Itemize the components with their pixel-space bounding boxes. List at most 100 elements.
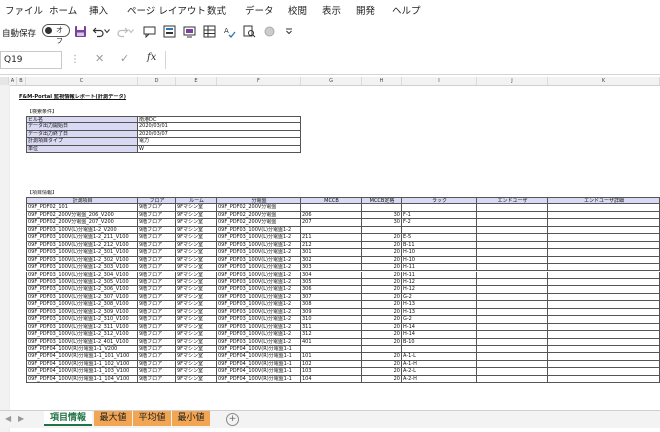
panel-cell[interactable]: 09F_PDF03_100V(L)分電盤1-2 xyxy=(217,293,301,302)
room-cell[interactable]: 9Fマシン室 xyxy=(176,353,217,361)
panel-cell[interactable]: 09F_PDF03_100V(L)分電盤1-2 xyxy=(217,316,301,324)
column-header-k[interactable]: K xyxy=(548,77,660,85)
measurement-item-cell[interactable]: 09F_PDF03_100V(L)分電盤1-2_212_V100 xyxy=(26,241,138,250)
mccb-rating-cell[interactable]: 20 xyxy=(362,249,402,257)
menu-developer[interactable]: 開発 xyxy=(356,3,375,17)
end-user-detail-cell[interactable] xyxy=(548,278,660,287)
floor-cell[interactable]: 9階フロア xyxy=(138,219,176,227)
measurement-item-cell[interactable]: 09F_PDF03_100V(L)分電盤1-2_309_V100 xyxy=(26,308,138,317)
condition-value[interactable]: 2020/03/01 xyxy=(138,123,301,131)
menu-review[interactable]: 校閲 xyxy=(288,3,307,17)
end-user-cell[interactable] xyxy=(477,271,548,279)
panel-cell[interactable]: 09F_PDF03_100V(L)分電盤1-2 xyxy=(217,271,301,279)
column-header-c[interactable]: C xyxy=(26,77,138,85)
column-heading[interactable]: エンドユーザ詳細 xyxy=(548,197,660,205)
condition-label[interactable]: ビル名 xyxy=(26,116,138,124)
room-cell[interactable]: 9Fマシン室 xyxy=(176,360,217,369)
menu-page-layout[interactable]: ページ レイアウト xyxy=(127,3,206,17)
rack-cell[interactable]: H-13 xyxy=(402,301,477,309)
mccb-cell[interactable]: 311 xyxy=(301,323,362,332)
room-cell[interactable]: 9Fマシン室 xyxy=(176,293,217,302)
condition-label[interactable]: データ出力終了日 xyxy=(26,130,138,139)
mccb-rating-cell[interactable]: 20 xyxy=(362,316,402,324)
mccb-cell[interactable]: 307 xyxy=(301,293,362,302)
mccb-rating-cell[interactable]: 20 xyxy=(362,293,402,302)
measurement-item-cell[interactable]: 09F_PDF03_100V(L)分電盤1-2_310_V100 xyxy=(26,316,138,324)
measurement-item-cell[interactable]: 09F_PDF03_100V(L)分電盤1-2_303_V100 xyxy=(26,264,138,272)
room-cell[interactable]: 9Fマシン室 xyxy=(176,368,217,376)
end-user-detail-cell[interactable] xyxy=(548,219,660,227)
end-user-detail-cell[interactable] xyxy=(548,323,660,332)
rack-cell[interactable]: H-11 xyxy=(402,271,477,279)
measurement-item-cell[interactable]: 09F_PDF03_100V(L)分電盤1-2_307_V100 xyxy=(26,293,138,302)
circle-icon[interactable] xyxy=(261,23,277,39)
condition-label[interactable]: 計測項目タイプ xyxy=(26,138,138,146)
tab-max[interactable]: 最大値 xyxy=(94,411,132,426)
end-user-cell[interactable] xyxy=(477,204,548,212)
floor-cell[interactable]: 9階フロア xyxy=(138,316,176,324)
mccb-cell[interactable]: 103 xyxy=(301,368,362,376)
mccb-cell[interactable]: 212 xyxy=(301,241,362,250)
rack-cell[interactable] xyxy=(402,226,477,235)
measurement-item-cell[interactable]: 09F_PDF03_100V(L)分電盤1-2_211_V100 xyxy=(26,234,138,242)
floor-cell[interactable]: 9階フロア xyxy=(138,204,176,212)
measurement-item-cell[interactable]: 09F_PDF03_100V(L)分電盤1-2_306_V100 xyxy=(26,286,138,294)
rack-cell[interactable] xyxy=(402,346,477,354)
end-user-detail-cell[interactable] xyxy=(548,264,660,272)
measurement-item-cell[interactable]: 09F_PDF03_100V(L)分電盤1-2_304_V100 xyxy=(26,271,138,279)
mccb-cell[interactable]: 207 xyxy=(301,219,362,227)
panel-cell[interactable]: 09F_PDF03_100V(L)分電盤1-2 xyxy=(217,226,301,235)
measurement-item-cell[interactable]: 09F_PDF04_100V(R)分電盤1-1_104_V100 xyxy=(26,375,138,384)
panel-cell[interactable]: 09F_PDF04_100V(R)分電盤1-1 xyxy=(217,360,301,369)
room-cell[interactable]: 9Fマシン室 xyxy=(176,338,217,346)
panel-cell[interactable]: 09F_PDF03_100V(L)分電盤1-2 xyxy=(217,286,301,294)
column-header-a[interactable]: A xyxy=(9,77,17,85)
condition-label[interactable]: データ出力開始日 xyxy=(26,123,138,131)
mccb-cell[interactable]: 304 xyxy=(301,271,362,279)
undo-dropdown-icon[interactable] xyxy=(103,23,111,39)
end-user-cell[interactable] xyxy=(477,323,548,332)
end-user-cell[interactable] xyxy=(477,264,548,272)
measurement-item-cell[interactable]: 09F_PDF03_100V(L)分電盤1-2_311_V100 xyxy=(26,323,138,332)
end-user-cell[interactable] xyxy=(477,256,548,265)
mccb-rating-cell[interactable]: 20 xyxy=(362,256,402,265)
select-all-corner[interactable] xyxy=(0,77,9,85)
room-cell[interactable]: 9Fマシン室 xyxy=(176,271,217,279)
panel-cell[interactable]: 09F_PDF02_200V分電盤 xyxy=(217,219,301,227)
mccb-cell[interactable]: 102 xyxy=(301,360,362,369)
measurement-item-cell[interactable]: 09F_PDF04_100V(R)分電盤1-1_102_V100 xyxy=(26,360,138,369)
measurement-item-cell[interactable]: 09F_PDF03_100V(L)分電盤1-2_302_V100 xyxy=(26,256,138,265)
floor-cell[interactable]: 9階フロア xyxy=(138,346,176,354)
menu-insert[interactable]: 挿入 xyxy=(89,3,108,17)
end-user-cell[interactable] xyxy=(477,211,548,220)
end-user-cell[interactable] xyxy=(477,293,548,302)
column-header-e[interactable]: E xyxy=(176,77,217,85)
mccb-rating-cell[interactable]: 20 xyxy=(362,301,402,309)
spellcheck-icon[interactable]: A xyxy=(221,23,237,39)
room-cell[interactable]: 9Fマシン室 xyxy=(176,323,217,332)
end-user-detail-cell[interactable] xyxy=(548,353,660,361)
mccb-rating-cell[interactable]: 30 xyxy=(362,219,402,227)
mccb-cell[interactable]: 308 xyxy=(301,301,362,309)
room-cell[interactable]: 9Fマシン室 xyxy=(176,256,217,265)
worksheet-grid[interactable]: 1 2 F&M-Portal 監視情報レポート(計測データ) 3 4 【検索条件… xyxy=(9,85,660,432)
menu-home[interactable]: ホーム xyxy=(49,3,77,17)
find-icon[interactable] xyxy=(241,23,257,39)
mccb-rating-cell[interactable]: 20 xyxy=(362,323,402,332)
mccb-rating-cell[interactable] xyxy=(362,226,402,235)
tab-scroll-right-icon[interactable]: ▶ xyxy=(18,414,24,423)
end-user-cell[interactable] xyxy=(477,234,548,242)
menu-help[interactable]: ヘルプ xyxy=(392,3,421,17)
end-user-detail-cell[interactable] xyxy=(548,375,660,384)
rack-cell[interactable]: B-10 xyxy=(402,338,477,346)
mccb-rating-cell[interactable]: 20 xyxy=(362,331,402,339)
mccb-cell[interactable]: 305 xyxy=(301,278,362,287)
end-user-detail-cell[interactable] xyxy=(548,271,660,279)
rack-cell[interactable]: H-14 xyxy=(402,323,477,332)
mccb-cell[interactable]: 303 xyxy=(301,264,362,272)
tab-scroll-left-icon[interactable]: ◀ xyxy=(5,414,11,423)
room-cell[interactable]: 9Fマシン室 xyxy=(176,249,217,257)
mccb-rating-cell[interactable]: 30 xyxy=(362,211,402,220)
autosave-toggle[interactable]: オフ xyxy=(42,24,70,45)
column-heading[interactable]: エンドユーザ xyxy=(477,197,548,205)
